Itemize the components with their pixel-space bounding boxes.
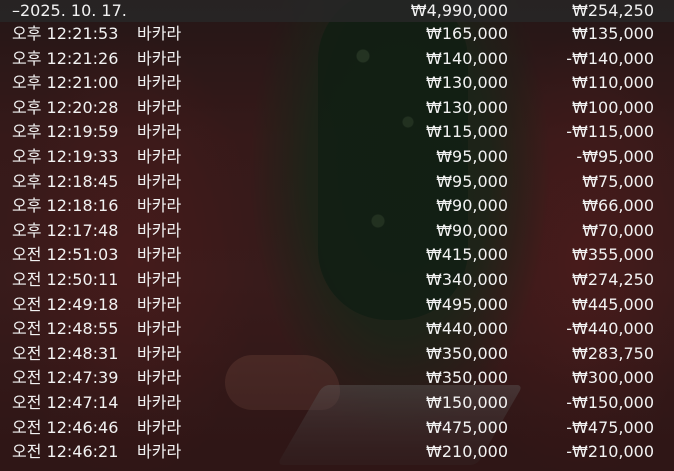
row-result: ₩300,000	[572, 368, 654, 388]
row-result: ₩355,000	[572, 245, 654, 265]
row-bet: ₩95,000	[436, 146, 508, 166]
row-result: ₩445,000	[572, 294, 654, 314]
row-time: 오후 12:21:00	[12, 73, 119, 93]
row-result: ₩75,000	[582, 171, 654, 191]
history-row[interactable]: 오전 12:46:21 바카라 ₩210,000 -₩210,000	[0, 440, 674, 465]
row-game: 바카라	[137, 97, 182, 117]
history-row[interactable]: 오전 12:49:18 바카라 ₩495,000 ₩445,000	[0, 293, 674, 318]
row-game: 바카라	[137, 171, 182, 191]
row-result: -₩475,000	[566, 417, 654, 437]
history-row[interactable]: 오전 12:47:14 바카라 ₩150,000 -₩150,000	[0, 391, 674, 416]
row-result: ₩274,250	[572, 269, 654, 289]
history-row[interactable]: 오후 12:21:26 바카라 ₩140,000 -₩140,000	[0, 47, 674, 72]
row-time: 오후 12:18:16	[12, 196, 119, 216]
row-game: 바카라	[137, 196, 182, 216]
bet-history-list: –2025. 10. 17. ₩4,990,000 ₩254,250 오후 12…	[0, 0, 674, 465]
history-row[interactable]: 오전 12:50:11 바카라 ₩340,000 ₩274,250	[0, 268, 674, 293]
row-bet: ₩415,000	[426, 245, 508, 265]
row-game: 바카라	[137, 220, 182, 240]
row-bet: ₩115,000	[426, 122, 508, 142]
date-summary-row[interactable]: –2025. 10. 17. ₩4,990,000 ₩254,250	[0, 0, 674, 22]
row-bet: ₩440,000	[426, 319, 508, 339]
row-game: 바카라	[137, 48, 182, 68]
row-time: 오전 12:48:55	[12, 319, 119, 339]
row-time: 오전 12:48:31	[12, 343, 119, 363]
row-bet: ₩165,000	[426, 24, 508, 43]
history-row[interactable]: 오전 12:47:39 바카라 ₩350,000 ₩300,000	[0, 366, 674, 391]
row-bet: ₩210,000	[426, 442, 508, 462]
row-result: -₩210,000	[566, 442, 654, 462]
row-game: 바카라	[137, 368, 182, 388]
row-result: -₩140,000	[566, 48, 654, 68]
row-bet: ₩95,000	[436, 171, 508, 191]
row-result: ₩66,000	[582, 196, 654, 216]
row-time: 오전 12:46:46	[12, 417, 119, 437]
history-row[interactable]: 오후 12:19:59 바카라 ₩115,000 -₩115,000	[0, 120, 674, 145]
row-time: 오전 12:49:18	[12, 294, 119, 314]
row-result: ₩283,750	[572, 343, 654, 363]
row-game: 바카라	[137, 146, 182, 166]
row-bet: ₩90,000	[436, 196, 508, 216]
row-result: -₩150,000	[566, 392, 654, 412]
row-time: 오전 12:51:03	[12, 245, 119, 265]
row-game: 바카라	[137, 343, 182, 363]
history-row[interactable]: 오후 12:18:45 바카라 ₩95,000 ₩75,000	[0, 170, 674, 195]
row-bet: ₩475,000	[426, 417, 508, 437]
history-row[interactable]: 오후 12:20:28 바카라 ₩130,000 ₩100,000	[0, 96, 674, 121]
row-game: 바카라	[137, 122, 182, 142]
row-time: 오후 12:20:28	[12, 97, 119, 117]
history-row[interactable]: 오전 12:51:03 바카라 ₩415,000 ₩355,000	[0, 243, 674, 268]
row-time: 오후 12:19:33	[12, 146, 119, 166]
row-game: 바카라	[137, 245, 182, 265]
row-time: 오후 12:19:59	[12, 122, 119, 142]
row-result: -₩115,000	[566, 122, 654, 142]
row-bet: ₩150,000	[426, 392, 508, 412]
history-row[interactable]: 오전 12:48:31 바카라 ₩350,000 ₩283,750	[0, 342, 674, 367]
history-row[interactable]: 오후 12:18:16 바카라 ₩90,000 ₩66,000	[0, 194, 674, 219]
row-game: 바카라	[137, 269, 182, 289]
row-game: 바카라	[137, 392, 182, 412]
row-time: 오후 12:21:53	[12, 24, 119, 43]
row-bet: ₩130,000	[426, 73, 508, 93]
row-result: ₩70,000	[582, 220, 654, 240]
summary-date: –2025. 10. 17.	[12, 1, 127, 20]
history-row[interactable]: 오후 12:19:33 바카라 ₩95,000 -₩95,000	[0, 145, 674, 170]
row-bet: ₩90,000	[436, 220, 508, 240]
summary-total-result: ₩254,250	[572, 1, 654, 20]
row-bet: ₩350,000	[426, 343, 508, 363]
row-result: ₩110,000	[572, 73, 654, 93]
history-row[interactable]: 오후 12:21:00 바카라 ₩130,000 ₩110,000	[0, 71, 674, 96]
row-bet: ₩130,000	[426, 97, 508, 117]
row-game: 바카라	[137, 294, 182, 314]
row-time: 오전 12:46:21	[12, 442, 119, 462]
row-bet: ₩495,000	[426, 294, 508, 314]
summary-total-bet: ₩4,990,000	[410, 1, 508, 20]
row-game: 바카라	[137, 24, 182, 43]
history-row[interactable]: 오후 12:17:48 바카라 ₩90,000 ₩70,000	[0, 219, 674, 244]
row-game: 바카라	[137, 319, 182, 339]
row-result: ₩100,000	[572, 97, 654, 117]
history-row[interactable]: 오후 12:21:53 바카라 ₩165,000 ₩135,000	[0, 22, 674, 47]
row-time: 오후 12:21:26	[12, 48, 119, 68]
row-time: 오후 12:17:48	[12, 220, 119, 240]
row-game: 바카라	[137, 417, 182, 437]
row-result: ₩135,000	[572, 24, 654, 43]
row-game: 바카라	[137, 73, 182, 93]
history-row[interactable]: 오전 12:46:46 바카라 ₩475,000 -₩475,000	[0, 416, 674, 441]
row-bet: ₩140,000	[426, 48, 508, 68]
row-bet: ₩350,000	[426, 368, 508, 388]
row-game: 바카라	[137, 442, 182, 462]
row-time: 오전 12:50:11	[12, 269, 119, 289]
row-result: -₩440,000	[566, 319, 654, 339]
row-result: -₩95,000	[576, 146, 654, 166]
history-row[interactable]: 오전 12:48:55 바카라 ₩440,000 -₩440,000	[0, 317, 674, 342]
row-time: 오후 12:18:45	[12, 171, 119, 191]
row-bet: ₩340,000	[426, 269, 508, 289]
row-time: 오전 12:47:39	[12, 368, 119, 388]
row-time: 오전 12:47:14	[12, 392, 119, 412]
